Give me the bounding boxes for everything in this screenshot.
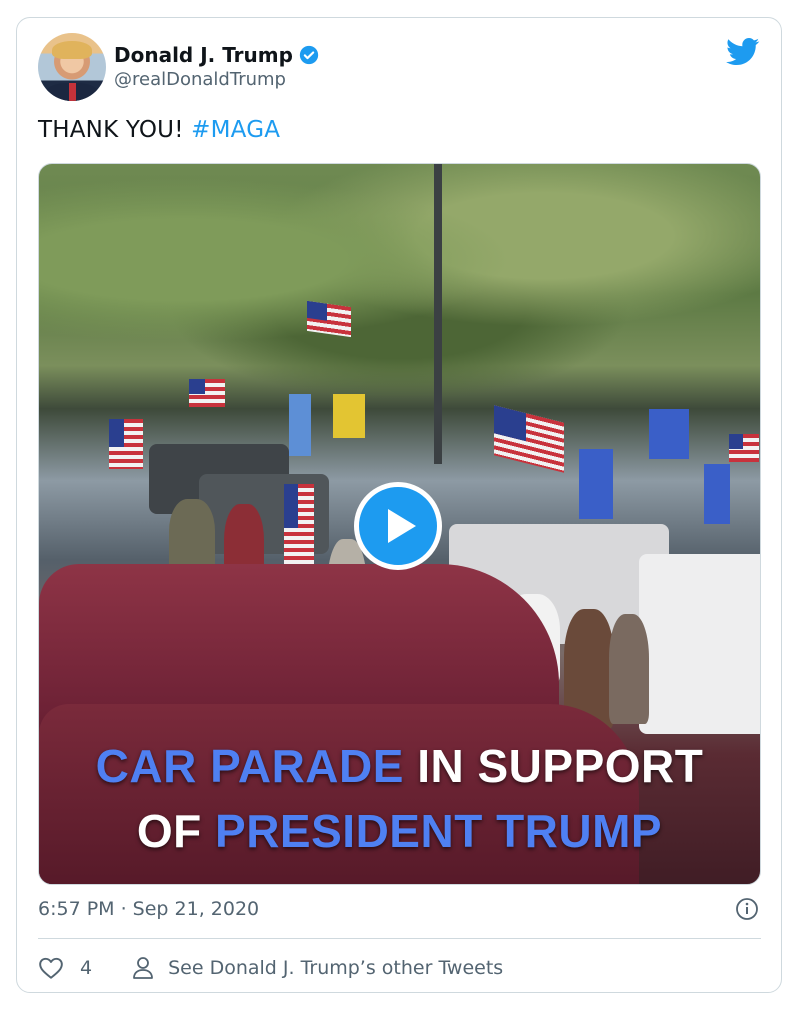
caption-text-1: IN SUPPORT [403, 740, 704, 792]
tweet-card: Donald J. Trump @realDonaldTrump THANK Y… [16, 17, 782, 993]
video-scene-person [609, 614, 649, 724]
avatar-hair [52, 41, 92, 59]
video-scene-flag [289, 394, 311, 456]
avatar-tie [69, 83, 76, 101]
tweet-text: THANK YOU! #MAGA [38, 117, 280, 143]
avatar[interactable] [38, 33, 106, 101]
twitter-bird-icon[interactable] [726, 38, 760, 66]
tweet-actions: 4 See Donald J. Trump’s other Tweets [38, 954, 503, 982]
video-scene-light-pole [434, 164, 442, 464]
video-scene-trees [39, 164, 760, 404]
heart-icon[interactable] [38, 956, 64, 980]
video-caption-line-2: OF PRESIDENT TRUMP [39, 804, 760, 858]
person-icon [133, 957, 153, 979]
video-scene-flag [333, 394, 365, 438]
like-count[interactable]: 4 [80, 957, 92, 979]
verified-badge-icon [299, 45, 319, 65]
video-scene-flag [284, 484, 314, 564]
author-handle[interactable]: @realDonaldTrump [114, 69, 286, 90]
see-other-tweets-link[interactable]: See Donald J. Trump’s other Tweets [168, 957, 503, 979]
video-scene-flag [704, 464, 730, 524]
play-button[interactable] [354, 482, 442, 570]
video-scene-flag [649, 409, 689, 459]
tweet-text-plain: THANK YOU! [38, 117, 184, 143]
video-scene-flag [189, 379, 225, 407]
video-scene-flag [307, 300, 351, 338]
caption-text-2: OF [136, 805, 216, 857]
video-scene-flag [579, 449, 613, 519]
play-icon [387, 509, 416, 543]
caption-highlight-2: PRESIDENT TRUMP [215, 805, 663, 857]
tweet-timestamp[interactable]: 6:57 PM · Sep 21, 2020 [38, 898, 259, 920]
hashtag-link[interactable]: #MAGA [191, 117, 280, 143]
divider [38, 938, 761, 939]
author-name[interactable]: Donald J. Trump [114, 43, 319, 67]
info-icon[interactable] [735, 897, 759, 921]
video-scene-flag [729, 434, 759, 462]
video-caption-line-1: CAR PARADE IN SUPPORT [39, 739, 760, 793]
video-scene-flag [494, 405, 564, 473]
video-scene-flag [109, 419, 143, 469]
author-name-text: Donald J. Trump [114, 43, 293, 67]
video-player[interactable]: CAR PARADE IN SUPPORT OF PRESIDENT TRUMP [38, 163, 761, 885]
video-scene-vehicle [639, 554, 760, 734]
caption-highlight-1: CAR PARADE [95, 740, 404, 792]
